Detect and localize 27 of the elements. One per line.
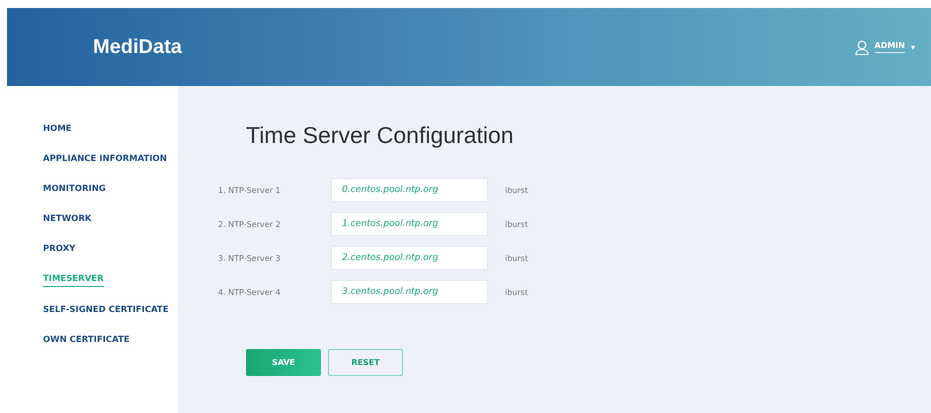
user-icon: [854, 40, 869, 54]
sidebar-item[interactable]: NETWORK: [43, 212, 92, 226]
sidebar-item[interactable]: TIMESERVER: [43, 272, 104, 287]
sidebar-item[interactable]: MONITORING: [43, 182, 106, 196]
field-label: 2. NTP-Server 2: [218, 220, 282, 228]
caret-icon: ▾: [910, 42, 915, 52]
sidebar-item[interactable]: HOME: [43, 122, 72, 136]
sidebar-item[interactable]: PROXY: [43, 242, 76, 256]
option-text: iburst: [505, 288, 528, 296]
sidebar-item[interactable]: OWN CERTIFICATE: [43, 333, 130, 347]
field-label: 4. NTP-Server 4: [218, 288, 282, 296]
reset-button[interactable]: RESET: [328, 349, 403, 376]
sidebar-item[interactable]: APPLIANCE INFORMATION: [43, 152, 167, 166]
page-title: Time Server Configuration: [246, 122, 515, 149]
field-label: 3. NTP-Server 3: [218, 254, 282, 262]
user-menu-link[interactable]: ADMIN: [874, 41, 905, 53]
server-input-field[interactable]: 2.centos.pool.ntp.org: [331, 246, 488, 270]
app-logo: MediData: [93, 36, 182, 58]
option-text: iburst: [505, 186, 528, 194]
sidebar-item[interactable]: SELF-SIGNED CERTIFICATE: [43, 303, 169, 317]
option-text: iburst: [505, 254, 528, 262]
server-input-field[interactable]: 3.centos.pool.ntp.org: [331, 280, 488, 304]
field-label: 1. NTP-Server 1: [218, 186, 282, 194]
server-input-field[interactable]: 1.centos.pool.ntp.org: [331, 212, 488, 236]
option-text: iburst: [505, 220, 528, 228]
server-input-field[interactable]: 0.centos.pool.ntp.org: [331, 178, 488, 202]
save-button[interactable]: SAVE: [246, 349, 321, 376]
